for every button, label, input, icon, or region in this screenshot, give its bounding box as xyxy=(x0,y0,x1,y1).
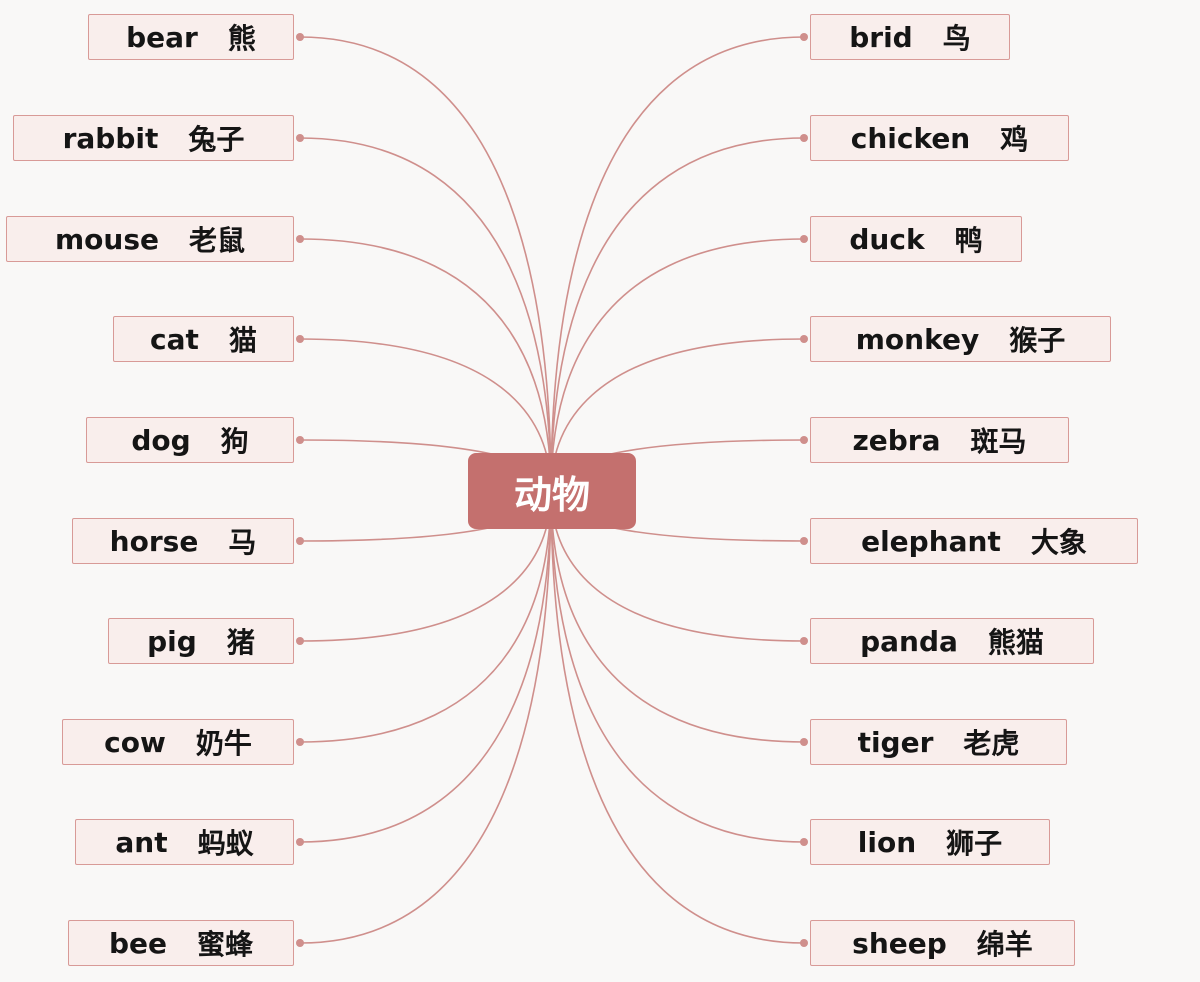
connector-line xyxy=(299,490,552,944)
node-zh-label: 狗 xyxy=(220,425,249,458)
node-zh-label: 蜜蜂 xyxy=(197,928,254,961)
node-zh-label: 马 xyxy=(228,526,257,559)
connector-dot xyxy=(296,436,304,444)
node-en-label: pig xyxy=(147,624,197,658)
connector-dot xyxy=(800,335,808,343)
node-zh-label: 绵羊 xyxy=(976,928,1033,961)
node-mouse[interactable]: mouse 老鼠 xyxy=(6,216,294,262)
node-zh-label: 狮子 xyxy=(946,827,1003,860)
connector-dot xyxy=(800,939,808,947)
connector-line xyxy=(550,490,805,843)
connector-dot xyxy=(800,838,808,846)
node-en-label: rabbit xyxy=(62,121,159,155)
connector-line xyxy=(299,36,552,492)
connector-line xyxy=(299,490,552,843)
connector-dot xyxy=(296,33,304,41)
node-pig[interactable]: pig 猪 xyxy=(108,618,294,664)
connector-line xyxy=(550,36,805,492)
node-zh-label: 猪 xyxy=(226,626,255,659)
node-en-label: elephant xyxy=(861,524,1001,558)
node-en-label: brid xyxy=(849,20,913,54)
connector-dot xyxy=(296,235,304,243)
node-dog[interactable]: dog 狗 xyxy=(86,417,294,463)
node-brid[interactable]: brid 鸟 xyxy=(810,14,1010,60)
node-horse[interactable]: horse 马 xyxy=(72,518,294,564)
node-en-label: dog xyxy=(131,423,191,457)
node-en-label: panda xyxy=(860,624,958,658)
connector-dot xyxy=(296,738,304,746)
node-en-label: cat xyxy=(150,322,199,356)
connector-line xyxy=(550,490,805,944)
node-sheep[interactable]: sheep 绵羊 xyxy=(810,920,1075,966)
node-zh-label: 兔子 xyxy=(188,123,245,156)
node-en-label: tiger xyxy=(857,725,934,759)
node-ant[interactable]: ant 蚂蚁 xyxy=(75,819,294,865)
node-zh-label: 猫 xyxy=(228,324,257,357)
node-zebra[interactable]: zebra 斑马 xyxy=(810,417,1069,463)
node-chicken[interactable]: chicken 鸡 xyxy=(810,115,1069,161)
node-duck[interactable]: duck 鸭 xyxy=(810,216,1022,262)
node-en-label: sheep xyxy=(852,926,947,960)
node-monkey[interactable]: monkey 猴子 xyxy=(810,316,1111,362)
connector-dot xyxy=(800,738,808,746)
node-bear[interactable]: bear 熊 xyxy=(88,14,294,60)
node-en-label: bee xyxy=(108,926,167,960)
connector-dot xyxy=(296,537,304,545)
node-en-label: ant xyxy=(115,825,168,859)
node-zh-label: 猴子 xyxy=(1009,324,1066,357)
node-zh-label: 大象 xyxy=(1030,526,1087,559)
connector-line xyxy=(299,137,552,492)
node-panda[interactable]: panda 熊猫 xyxy=(810,618,1094,664)
node-zh-label: 鸭 xyxy=(954,224,983,257)
node-tiger[interactable]: tiger 老虎 xyxy=(810,719,1067,765)
connector-dot xyxy=(296,335,304,343)
node-en-label: zebra xyxy=(852,423,941,457)
connector-line xyxy=(550,137,805,492)
node-zh-label: 熊猫 xyxy=(987,626,1044,659)
node-cow[interactable]: cow 奶牛 xyxy=(62,719,294,765)
node-zh-label: 老虎 xyxy=(963,727,1020,760)
node-zh-label: 奶牛 xyxy=(195,727,252,760)
node-zh-label: 鸟 xyxy=(942,22,971,55)
node-zh-label: 鸡 xyxy=(1000,123,1029,156)
node-zh-label: 熊 xyxy=(227,22,256,55)
node-zh-label: 蚂蚁 xyxy=(197,827,254,860)
center-topic[interactable]: 动物 xyxy=(468,453,636,529)
connector-dot xyxy=(296,939,304,947)
node-bee[interactable]: bee 蜜蜂 xyxy=(68,920,294,966)
node-en-label: bear xyxy=(126,20,198,54)
connector-dot xyxy=(800,134,808,142)
node-elephant[interactable]: elephant 大象 xyxy=(810,518,1138,564)
mind-map: 动物 bear 熊 rabbit 兔子 mouse 老鼠 cat 猫 dog 狗 hors… xyxy=(0,0,1200,982)
node-zh-label: 老鼠 xyxy=(189,224,246,257)
node-en-label: mouse xyxy=(54,222,159,256)
connector-dot xyxy=(800,436,808,444)
connector-dot xyxy=(800,33,808,41)
node-en-label: lion xyxy=(857,825,917,859)
node-en-label: horse xyxy=(109,524,199,558)
connector-dot xyxy=(800,637,808,645)
node-en-label: duck xyxy=(849,222,925,256)
node-en-label: cow xyxy=(104,725,166,759)
connector-dot xyxy=(296,134,304,142)
connector-dot xyxy=(800,235,808,243)
node-en-label: chicken xyxy=(850,121,971,155)
node-en-label: monkey xyxy=(855,322,980,356)
node-rabbit[interactable]: rabbit 兔子 xyxy=(13,115,294,161)
connector-dot xyxy=(296,838,304,846)
connector-dot xyxy=(800,537,808,545)
node-cat[interactable]: cat 猫 xyxy=(113,316,294,362)
connector-dot xyxy=(296,637,304,645)
node-lion[interactable]: lion 狮子 xyxy=(810,819,1050,865)
node-zh-label: 斑马 xyxy=(970,425,1027,458)
